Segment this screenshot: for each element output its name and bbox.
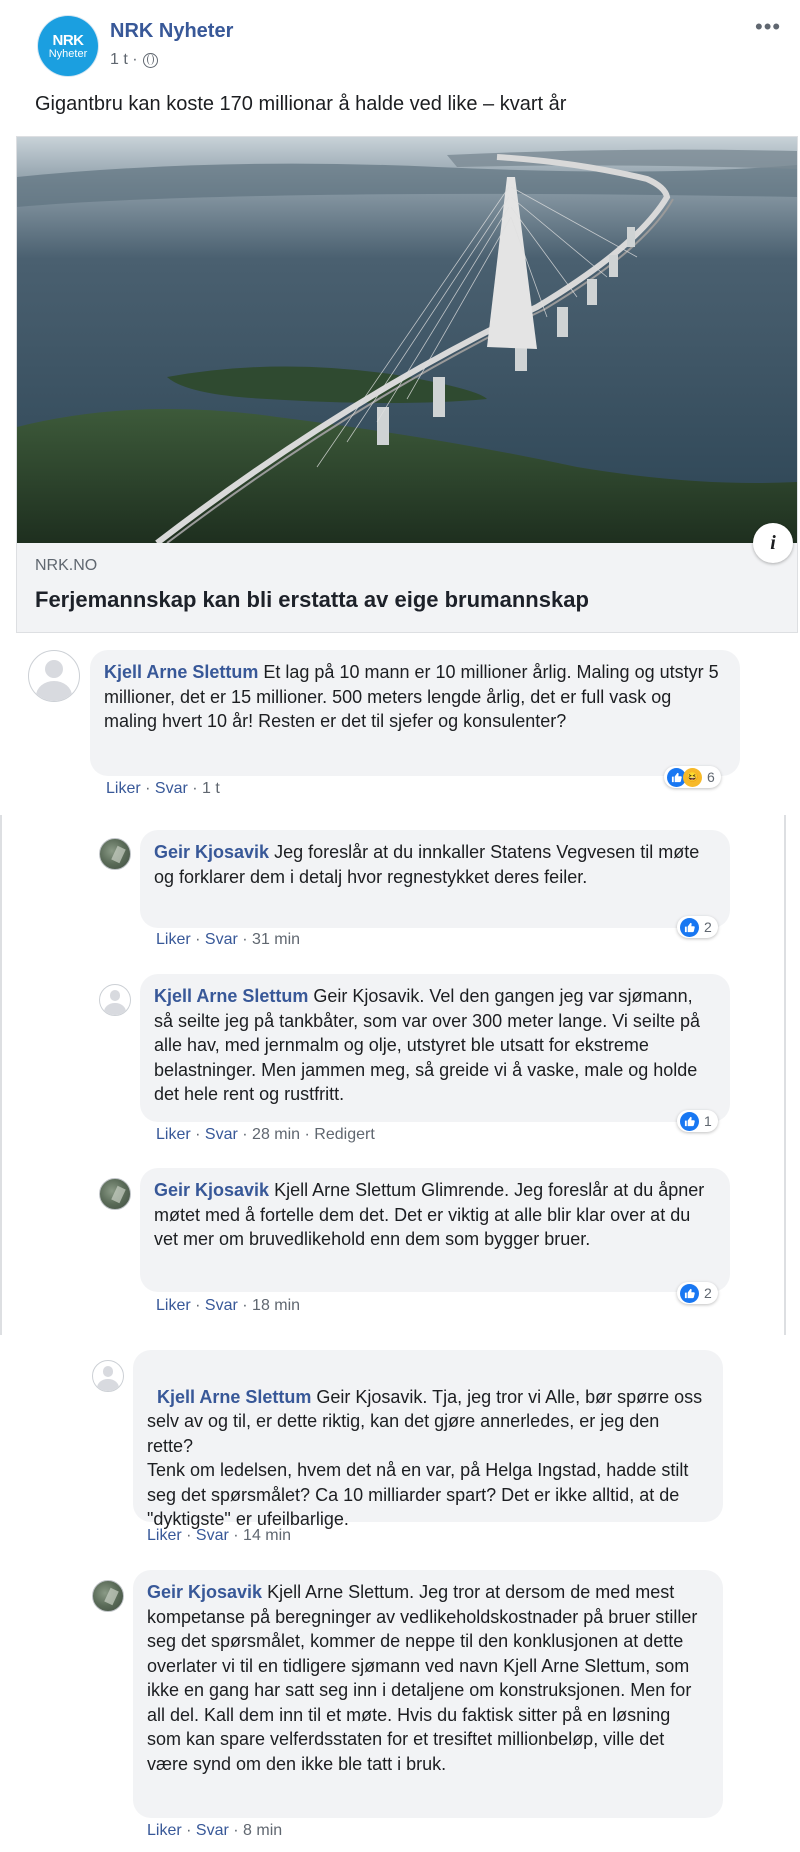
avatar-logo-text: NRK: [52, 31, 85, 49]
reaction-summary[interactable]: 2: [677, 916, 718, 938]
comment-bubble: Geir Kjosavik Jeg foreslår at du innkall…: [140, 830, 730, 928]
haha-reaction-icon: 😆: [683, 767, 702, 787]
like-link[interactable]: Liker: [156, 1126, 191, 1143]
avatar[interactable]: [99, 1178, 131, 1210]
more-options-button[interactable]: •••: [755, 14, 781, 40]
like-link[interactable]: Liker: [147, 1822, 182, 1839]
thread-divider-left: [0, 815, 2, 1335]
comment-author[interactable]: Kjell Arne Slettum: [104, 662, 258, 682]
comment-text: Geir Kjosavik. Tja, jeg tror vi Alle, bø…: [147, 1386, 703, 1530]
comment-actions: Liker · Svar · 1 t: [106, 780, 220, 797]
comment-time[interactable]: · 18 min: [242, 1297, 300, 1314]
reply-link[interactable]: Svar: [196, 1822, 229, 1839]
comment-author[interactable]: Geir Kjosavik: [154, 842, 269, 862]
link-domain: NRK.NO: [35, 557, 98, 574]
post-header: NRK Nyheter NRK Nyheter 1 t · ••• Gigant…: [0, 0, 800, 136]
thread-divider-right: [784, 815, 786, 1335]
link-preview-card[interactable]: i NRK.NO Ferjemannskap kan bli erstatta …: [16, 136, 798, 633]
comment-text: Kjell Arne Slettum. Jeg tror at dersom d…: [147, 1582, 698, 1774]
reaction-count: 2: [704, 919, 712, 935]
reply-link[interactable]: Svar: [196, 1527, 229, 1544]
comment-time[interactable]: · 14 min: [233, 1527, 291, 1544]
comment-bubble: Kjell Arne Slettum Geir Kjosavik. Vel de…: [140, 974, 730, 1122]
info-icon[interactable]: i: [753, 523, 793, 563]
comment-actions: Liker · Svar · 14 min: [147, 1527, 292, 1544]
comment-time[interactable]: · 8 min: [233, 1822, 282, 1839]
bridge-illustration: [17, 137, 797, 543]
like-link[interactable]: Liker: [147, 1527, 182, 1544]
reaction-count: 2: [704, 1285, 712, 1301]
reply-link[interactable]: Svar: [205, 931, 238, 948]
comment-actions: Liker · Svar · 31 min: [156, 931, 301, 948]
comment-bubble: Kjell Arne Slettum Et lag på 10 mann er …: [90, 650, 740, 776]
comment-author[interactable]: Geir Kjosavik: [147, 1582, 262, 1602]
comment-author[interactable]: Geir Kjosavik: [154, 1180, 269, 1200]
reaction-summary[interactable]: 1: [677, 1110, 718, 1132]
comment-bubble: Geir Kjosavik Kjell Arne Slettum Glimren…: [140, 1168, 730, 1292]
comment-bubble: Kjell Arne Slettum Geir Kjosavik. Tja, j…: [133, 1350, 723, 1529]
comment-time[interactable]: · 28 min · Redigert: [242, 1126, 375, 1143]
post-timestamp[interactable]: 1 t ·: [110, 51, 138, 69]
like-link[interactable]: Liker: [156, 1297, 191, 1314]
like-reaction-icon: [680, 1111, 699, 1131]
like-reaction-icon: [680, 1283, 699, 1303]
globe-icon: [142, 52, 158, 68]
reply-link[interactable]: Svar: [205, 1126, 238, 1143]
bridge-image[interactable]: [17, 137, 797, 543]
comment-actions: Liker · Svar · 18 min: [156, 1297, 301, 1314]
post-text: Gigantbru kan koste 170 millionar å hald…: [35, 93, 567, 115]
page-name-link[interactable]: NRK Nyheter: [110, 20, 233, 43]
reaction-summary[interactable]: 😆 6: [664, 766, 721, 788]
like-link[interactable]: Liker: [106, 780, 141, 797]
avatar[interactable]: [92, 1360, 124, 1392]
post-meta: 1 t ·: [110, 51, 158, 69]
avatar[interactable]: [28, 650, 80, 702]
reaction-count: 6: [707, 769, 715, 785]
reply-link[interactable]: Svar: [155, 780, 188, 797]
like-reaction-icon: [680, 917, 699, 937]
comment-author[interactable]: Kjell Arne Slettum: [154, 986, 308, 1006]
comment-author[interactable]: Kjell Arne Slettum: [157, 1387, 311, 1407]
reply-link[interactable]: Svar: [205, 1297, 238, 1314]
comment-time[interactable]: · 1 t: [192, 780, 220, 797]
reaction-count: 1: [704, 1113, 712, 1129]
avatar[interactable]: [99, 984, 131, 1016]
avatar[interactable]: [99, 838, 131, 870]
link-title[interactable]: Ferjemannskap kan bli erstatta av eige b…: [35, 587, 589, 613]
comment-actions: Liker · Svar · 8 min: [147, 1822, 283, 1839]
avatar[interactable]: [92, 1580, 124, 1612]
comment-bubble: Geir Kjosavik Kjell Arne Slettum. Jeg tr…: [133, 1570, 723, 1818]
avatar-logo-subtext: Nyheter: [48, 47, 88, 60]
reaction-summary[interactable]: 2: [677, 1282, 718, 1304]
comment-actions: Liker · Svar · 28 min · Redigert: [156, 1126, 375, 1143]
comment-time[interactable]: · 31 min: [242, 931, 300, 948]
like-link[interactable]: Liker: [156, 931, 191, 948]
page-avatar[interactable]: NRK Nyheter: [38, 16, 98, 76]
